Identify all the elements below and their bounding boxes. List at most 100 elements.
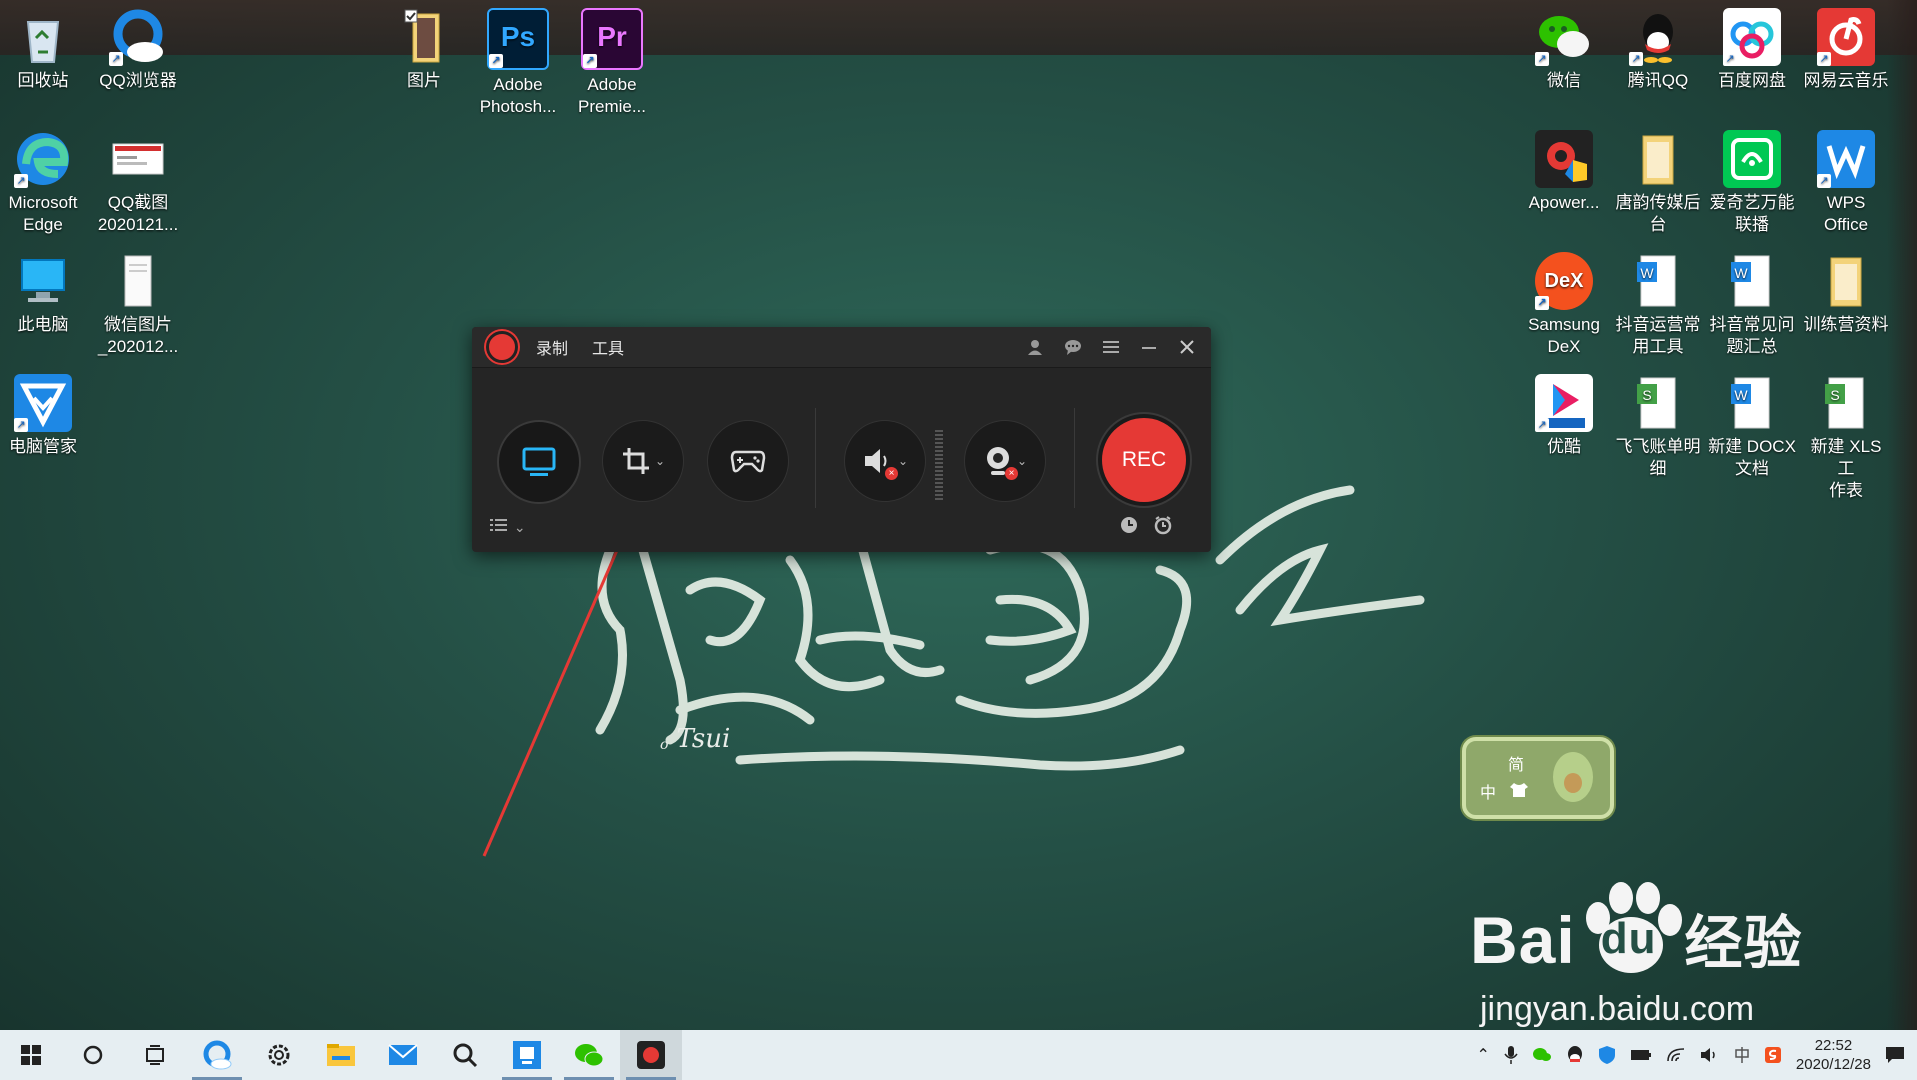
show-hidden-icons-button[interactable]: ⌃ xyxy=(1477,1045,1490,1065)
svg-text:S: S xyxy=(1830,387,1839,403)
monitor-icon xyxy=(522,447,556,476)
browser-icon xyxy=(203,1040,232,1070)
folder-icon xyxy=(395,8,453,66)
taskbar-clock[interactable]: 22:52 2020/12/28 xyxy=(1796,1036,1871,1074)
desktop-icon-iqiyi[interactable]: 爱奇艺万能 联播 xyxy=(1706,130,1798,236)
desktop-icon-wechat-image[interactable]: 微信图片 _202012... xyxy=(92,252,184,358)
input-method-icon[interactable] xyxy=(1734,1046,1750,1064)
wallpaper-signature: Tsui xyxy=(660,724,730,754)
desktop-icon-feifei-bill[interactable]: S 飞飞账单明 细 xyxy=(1612,374,1704,480)
desktop-icon-label: 网易云音乐 xyxy=(1803,71,1889,90)
taskbar-search-app[interactable] xyxy=(434,1030,496,1080)
cortana-button[interactable] xyxy=(62,1030,124,1080)
desktop-icon-this-pc[interactable]: 此电脑 xyxy=(0,252,89,336)
desktop-icon-label: 腾讯QQ xyxy=(1627,71,1689,90)
notification-icon[interactable] xyxy=(1885,1046,1905,1064)
region-mode-button[interactable]: ⌄ xyxy=(602,420,684,502)
desktop-icon-tencent-qq[interactable]: ↗ 腾讯QQ xyxy=(1612,8,1704,92)
baidu-netdisk-icon: ↗ xyxy=(1723,8,1781,66)
desktop-icon-label: 训练营资料 xyxy=(1803,315,1889,334)
webcam-button[interactable]: × ⌄ xyxy=(964,420,1046,502)
desktop-icon-label: 微信图片 _202012... xyxy=(97,315,179,356)
desktop-icon-qq-browser[interactable]: ↗ QQ浏览器 xyxy=(92,8,184,92)
shortcut-arrow-icon: ↗ xyxy=(1629,52,1643,66)
desktop-icon-label: Apower... xyxy=(1528,193,1600,212)
qq-tray-icon[interactable] xyxy=(1566,1045,1584,1065)
desktop-icon-wps[interactable]: ↗ WPS Office xyxy=(1800,130,1892,236)
desktop-icon-new-xls[interactable]: S 新建 XLS 工 作表 xyxy=(1800,374,1892,502)
menu-icon[interactable] xyxy=(1101,337,1121,357)
photoshop-icon: Ps ↗ xyxy=(487,8,549,70)
game-mode-button[interactable] xyxy=(707,420,789,502)
chevron-down-icon: ⌄ xyxy=(1016,454,1028,468)
recorder-window[interactable]: 录制 工具 ⌄ × ⌄ × ⌄ REC ⌄ xyxy=(472,327,1211,552)
ime-language-widget[interactable]: 简 中 xyxy=(1462,737,1614,819)
word-doc-icon: W xyxy=(1723,252,1781,310)
start-button[interactable] xyxy=(0,1030,62,1080)
premiere-icon: Pr ↗ xyxy=(581,8,643,70)
desktop-icon-samsung-dex[interactable]: DeX ↗ Samsung DeX xyxy=(1518,252,1610,358)
desktop-icon-youku[interactable]: ↗ 优酷 xyxy=(1518,374,1610,458)
recorder-icon xyxy=(637,1041,665,1069)
sogou-icon[interactable] xyxy=(1764,1046,1782,1064)
desktop-icon-wechat[interactable]: ↗ 微信 xyxy=(1518,8,1610,92)
taskbar-screenshot-app[interactable] xyxy=(496,1030,558,1080)
desktop-icon-pc-manager[interactable]: ↗ 电脑管家 xyxy=(0,374,89,458)
rec-button[interactable]: REC xyxy=(1102,418,1186,502)
desktop-icon-netease-music[interactable]: ↗ 网易云音乐 xyxy=(1800,8,1892,92)
menu-tools[interactable]: 工具 xyxy=(592,335,624,359)
desktop-icon-label: 飞飞账单明 细 xyxy=(1615,437,1701,478)
chat-icon[interactable] xyxy=(1063,337,1083,357)
wechat-tray-icon[interactable] xyxy=(1532,1046,1552,1064)
desktop-icon-qq-screenshot[interactable]: QQ截图 2020121... xyxy=(92,130,184,236)
screenshot-file-icon xyxy=(109,130,167,188)
desktop-icon-douyin-tools[interactable]: W 抖音运营常 用工具 xyxy=(1612,252,1704,358)
taskbar-wechat[interactable] xyxy=(558,1030,620,1080)
user-icon[interactable] xyxy=(1025,337,1045,357)
search-app-icon xyxy=(453,1043,478,1068)
desktop-icon-label: 爱奇艺万能 联播 xyxy=(1709,193,1795,234)
recorder-titlebar[interactable]: 录制 工具 xyxy=(472,327,1211,368)
desktop-icon-tangyun-folder[interactable]: 唐韵传媒后 台 xyxy=(1612,130,1704,236)
shortcut-arrow-icon: ↗ xyxy=(583,54,597,68)
desktop-icon-baidu-netdisk[interactable]: ↗ 百度网盘 xyxy=(1706,8,1798,92)
menu-record[interactable]: 录制 xyxy=(536,335,568,359)
microphone-icon[interactable] xyxy=(1504,1045,1518,1065)
fullscreen-mode-button[interactable] xyxy=(497,420,581,504)
shield-icon[interactable] xyxy=(1598,1045,1616,1065)
shortcut-arrow-icon: ↗ xyxy=(109,52,123,66)
taskbar-qq-browser[interactable] xyxy=(186,1030,248,1080)
wifi-icon[interactable] xyxy=(1666,1047,1686,1063)
desktop-icon-new-docx[interactable]: W 新建 DOCX 文档 xyxy=(1706,374,1798,480)
shirt-icon xyxy=(1510,783,1528,797)
desktop-icon-recycle-bin[interactable]: 回收站 xyxy=(0,8,89,92)
clock-time: 22:52 xyxy=(1814,1037,1853,1054)
system-audio-button[interactable]: × ⌄ xyxy=(844,420,926,502)
taskbar-file-explorer[interactable] xyxy=(310,1030,372,1080)
schedule-button[interactable] xyxy=(1119,515,1139,540)
desktop-icon-premiere[interactable]: Pr ↗ Adobe Premie... xyxy=(566,8,658,118)
folder-icon xyxy=(1629,130,1687,188)
task-view-button[interactable] xyxy=(124,1030,186,1080)
taskbar-settings[interactable] xyxy=(248,1030,310,1080)
battery-icon[interactable] xyxy=(1630,1048,1652,1062)
taskbar-recorder[interactable] xyxy=(620,1030,682,1080)
desktop-icon-training-folder[interactable]: 训练营资料 xyxy=(1800,252,1892,336)
desktop-icon-photoshop[interactable]: Ps ↗ Adobe Photosh... xyxy=(472,8,564,118)
volume-icon[interactable] xyxy=(1700,1047,1720,1063)
desktop-icon-douyin-faq[interactable]: W 抖音常见问 题汇总 xyxy=(1706,252,1798,358)
desktop-icon-label: 此电脑 xyxy=(17,315,69,334)
annotation-arrow xyxy=(482,519,635,857)
desktop-icon-label: 百度网盘 xyxy=(1718,71,1786,90)
desktop-icon-apowerrec[interactable]: Apower... xyxy=(1518,130,1610,214)
shortcut-arrow-icon: ↗ xyxy=(1817,174,1831,188)
taskbar-mail[interactable] xyxy=(372,1030,434,1080)
list-options-button[interactable]: ⌄ xyxy=(490,518,526,536)
minimize-icon[interactable] xyxy=(1139,337,1159,357)
close-icon[interactable] xyxy=(1177,337,1197,357)
desktop-icon-label: 新建 XLS 工 作表 xyxy=(1810,437,1882,500)
timer-button[interactable] xyxy=(1153,515,1173,540)
desktop-icon-pictures-folder[interactable]: 图片 xyxy=(378,8,470,92)
system-tray: ⌃ 22:52 2020/12/28 xyxy=(1477,1030,1917,1080)
desktop-icon-edge[interactable]: ↗ Microsoft Edge xyxy=(0,130,89,236)
